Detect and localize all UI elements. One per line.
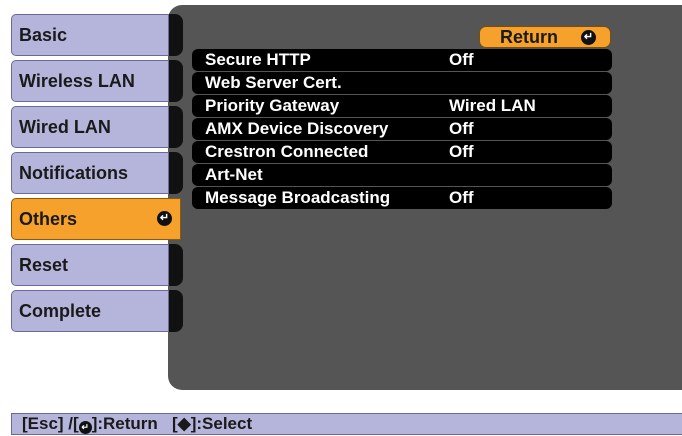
sidebar-item-complete[interactable]: Complete	[11, 290, 169, 332]
tab-connector	[169, 60, 183, 102]
help-select: ]:Select	[190, 414, 253, 433]
help-bar: [Esc] /[↵]:Return [◆]:Select	[11, 413, 682, 435]
sidebar-item-label: Wireless LAN	[19, 71, 135, 91]
setting-value: Off	[449, 142, 474, 161]
tab-connector	[169, 290, 183, 332]
up-down-icon: ◆	[177, 414, 191, 433]
return-button[interactable]: Return ↵	[479, 26, 611, 48]
setting-value: Wired LAN	[449, 96, 536, 115]
sidebar-item-wireless-lan[interactable]: Wireless LAN	[11, 60, 169, 102]
setting-row-amx-device-discovery[interactable]: AMX Device Discovery Off	[192, 118, 612, 140]
sidebar-item-notifications[interactable]: Notifications	[11, 152, 169, 194]
setting-label: Art-Net	[205, 165, 263, 184]
return-button-label: Return	[500, 27, 558, 47]
setting-label: Crestron Connected	[205, 142, 369, 161]
sidebar-item-label: Basic	[19, 25, 68, 45]
enter-icon: ↵	[157, 211, 172, 226]
setting-label: Message Broadcasting	[205, 188, 391, 207]
setting-value: Off	[449, 50, 474, 69]
tab-connector	[169, 106, 183, 148]
setting-label: AMX Device Discovery	[205, 119, 389, 138]
enter-icon: ↵	[78, 421, 92, 434]
setting-label: Secure HTTP	[205, 50, 311, 69]
tab-connector	[169, 14, 183, 56]
sidebar-item-label: Others	[19, 209, 78, 229]
help-return: ]:Return	[91, 414, 158, 433]
sidebar-item-label: Complete	[19, 301, 102, 321]
setting-value: Off	[449, 188, 474, 207]
setting-row-secure-http[interactable]: Secure HTTP Off	[192, 49, 612, 71]
setting-row-message-broadcasting[interactable]: Message Broadcasting Off	[192, 187, 612, 209]
setting-label: Web Server Cert.	[205, 73, 342, 92]
setting-row-priority-gateway[interactable]: Priority Gateway Wired LAN	[192, 95, 612, 117]
sidebar-item-label: Reset	[19, 255, 69, 275]
sidebar-item-wired-lan[interactable]: Wired LAN	[11, 106, 169, 148]
setting-row-art-net[interactable]: Art-Net	[192, 164, 612, 186]
sidebar-item-label: Notifications	[19, 163, 129, 183]
sidebar-item-basic[interactable]: Basic	[11, 14, 169, 56]
setting-label: Priority Gateway	[205, 96, 340, 115]
setting-value: Off	[449, 119, 474, 138]
tab-connector	[169, 152, 183, 194]
setting-row-web-server-cert[interactable]: Web Server Cert.	[192, 72, 612, 94]
sidebar-item-reset[interactable]: Reset	[11, 244, 169, 286]
sidebar-item-others[interactable]: Others ↵	[11, 198, 181, 240]
help-esc: [Esc] /[	[22, 414, 79, 433]
sidebar-item-label: Wired LAN	[19, 117, 111, 137]
tab-connector	[169, 244, 183, 286]
enter-icon: ↵	[581, 30, 596, 45]
setting-row-crestron-connected[interactable]: Crestron Connected Off	[192, 141, 612, 163]
